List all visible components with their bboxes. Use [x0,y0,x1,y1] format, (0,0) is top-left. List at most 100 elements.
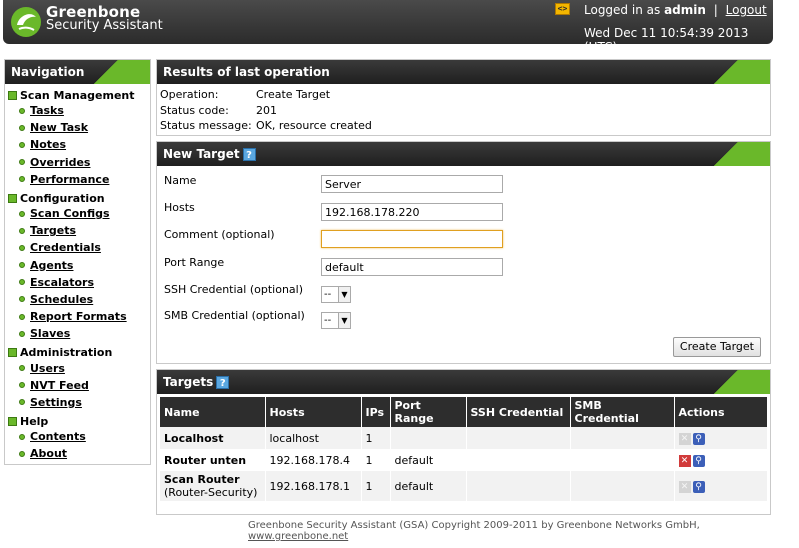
table-row: Localhost localhost 1 ✕ ⚲ [160,427,768,449]
status-code-row: Status code: 201 [157,103,770,119]
target-actions: ✕ ⚲ [674,449,768,471]
bullet-icon [19,399,25,406]
navigation-header: Navigation [5,60,150,84]
logged-in-prefix: Logged in as [584,3,661,17]
header-swoosh-decoration [80,60,150,84]
sidebar-link[interactable]: Scan Configs [30,207,110,220]
bullet-icon [19,176,25,183]
column-header-port-range[interactable]: Port Range [390,397,467,427]
header-swoosh-decoration [700,60,770,84]
details-magnifier-icon[interactable]: ⚲ [692,432,705,445]
bullet-icon [19,107,25,114]
bullet-icon [19,382,25,389]
ssh-credential-label: SSH Credential (optional) [164,283,304,296]
sidebar-link[interactable]: Overrides [30,156,90,169]
comment-field[interactable] [321,230,503,248]
smb-credential-select[interactable]: -- ▼ [321,312,351,329]
ssh-credential-select[interactable]: -- ▼ [321,286,351,303]
new-target-title: New Target [163,147,240,161]
name-field[interactable] [321,175,503,193]
sidebar-link[interactable]: Contents [30,430,86,443]
status-message-row: Status message: OK, resource created [157,118,770,134]
sidebar-link[interactable]: Tasks [30,104,64,117]
target-comment: (Router-Security) [164,486,258,499]
column-header-name[interactable]: Name [160,397,266,427]
create-target-button[interactable]: Create Target [672,337,761,357]
help-icon[interactable]: ? [242,148,256,161]
target-name: Router unten [160,449,266,471]
nav-section-configuration: Configuration [5,192,150,205]
section-bullet-icon [8,193,17,203]
column-header-hosts[interactable]: Hosts [265,397,362,427]
target-smb-credential [570,449,675,471]
sidebar-link[interactable]: Escalators [30,276,94,289]
language-flag-icon[interactable]: <> [555,3,570,15]
bullet-icon [19,124,25,131]
ssh-credential-value: -- [324,289,332,300]
logout-link[interactable]: Logout [726,3,767,17]
sidebar-link[interactable]: Users [30,362,65,375]
delete-icon[interactable]: ✕ [678,454,691,467]
sidebar-item-escalators: Escalators [5,274,150,291]
operation-label: Operation: [160,88,219,101]
status-code-label: Status code: [160,103,229,117]
new-target-header: New Target? [157,142,770,166]
sidebar-item-agents: Agents [5,257,150,274]
bullet-icon [19,244,25,251]
sidebar-link[interactable]: Notes [30,138,66,151]
sidebar-link[interactable]: Performance [30,173,109,186]
sidebar-item-credentials: Credentials [5,239,150,256]
bullet-icon [19,279,25,286]
sidebar-link[interactable]: About [30,447,67,460]
target-actions: ✕ ⚲ [674,427,768,449]
sidebar-link[interactable]: NVT Feed [30,379,89,392]
table-row: Scan Router (Router-Security) 192.168.17… [160,471,768,501]
sidebar-link[interactable]: Settings [30,396,82,409]
target-ssh-credential [466,449,571,471]
app-name: Greenbone Security Assistant [46,5,163,33]
sidebar-item-report-formats: Report Formats [5,308,150,325]
section-bullet-icon [8,417,17,426]
footer: Greenbone Security Assistant (GSA) Copyr… [248,520,799,542]
target-ips: 1 [361,449,391,471]
help-icon[interactable]: ? [216,376,230,389]
sidebar-item-schedules: Schedules [5,291,150,308]
name-label: Name [164,174,197,187]
sidebar-link[interactable]: Credentials [30,241,101,254]
footer-link[interactable]: www.greenbone.net [248,531,348,542]
hosts-field[interactable] [321,203,503,221]
bullet-icon [19,210,25,217]
details-magnifier-icon[interactable]: ⚲ [692,480,705,493]
bullet-icon [19,262,25,269]
targets-table: Name Hosts IPs Port Range SSH Credential… [160,397,768,501]
nav-section-label: Administration [20,346,113,360]
sidebar-item-nvt-feed: NVT Feed [5,377,150,394]
sidebar-link[interactable]: Agents [30,259,73,272]
delete-disabled-icon: ✕ [678,432,691,445]
nav-section-label: Configuration [20,191,105,205]
sidebar-item-contents: Contents [5,428,150,445]
nav-section-help: Help [5,415,150,428]
column-header-ips[interactable]: IPs [361,397,391,427]
sidebar-link[interactable]: Slaves [30,327,70,340]
sidebar-item-users: Users [5,359,150,376]
sidebar-link[interactable]: Schedules [30,293,93,306]
sidebar-link[interactable]: Targets [30,224,76,237]
bullet-icon [19,141,25,148]
column-header-smb-credential[interactable]: SMB Credential [570,397,675,427]
column-header-ssh-credential[interactable]: SSH Credential [466,397,571,427]
table-header-row: Name Hosts IPs Port Range SSH Credential… [160,397,768,427]
sidebar-link[interactable]: Report Formats [30,310,127,323]
header-swoosh-decoration [700,142,770,166]
greenbone-logo-icon [11,7,41,37]
comment-label: Comment (optional) [164,228,275,241]
port-range-field[interactable] [321,258,503,276]
sidebar-link[interactable]: New Task [30,121,88,134]
results-title: Results of last operation [163,65,330,79]
port-range-label: Port Range [164,256,225,269]
target-actions: ✕ ⚲ [674,471,768,501]
section-bullet-icon [8,348,17,358]
bullet-icon [19,296,25,303]
sidebar-item-settings: Settings [5,394,150,411]
details-magnifier-icon[interactable]: ⚲ [692,454,705,467]
